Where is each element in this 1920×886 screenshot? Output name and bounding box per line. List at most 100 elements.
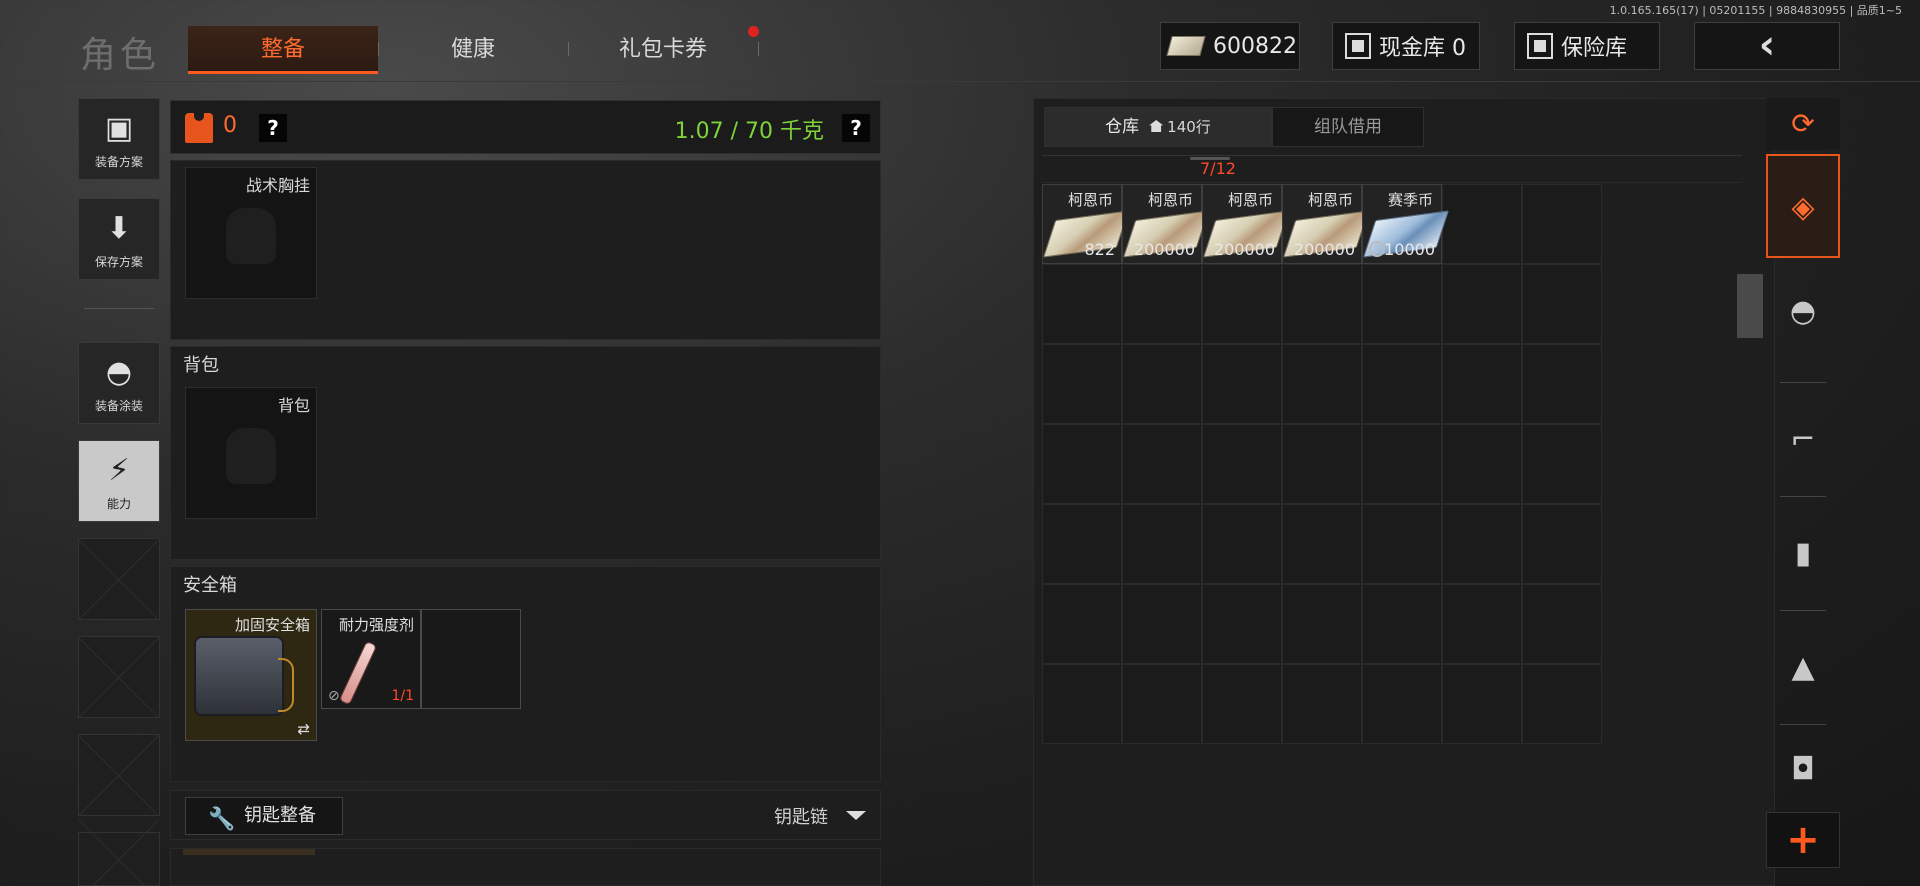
grid-cell[interactable] (1282, 664, 1362, 744)
grid-cell[interactable] (1442, 504, 1522, 584)
grid-cell[interactable] (1122, 584, 1202, 664)
tab-team-borrow[interactable]: 组队借用 (1272, 107, 1424, 147)
grid-cell[interactable] (1522, 584, 1602, 664)
keys-bar: 🔧 钥匙整备 钥匙链 (170, 790, 881, 840)
warehouse-item[interactable]: 柯恩币 200000 (1202, 184, 1290, 264)
category-helmet[interactable]: ◓ (1766, 260, 1840, 364)
scrollbar-thumb[interactable] (1737, 274, 1763, 338)
grid-cell[interactable] (1442, 344, 1522, 424)
category-divider (1780, 496, 1826, 497)
currency-display: 600822 (1160, 22, 1300, 70)
chevron-down-icon[interactable] (846, 811, 866, 820)
sidebar-empty-slot (78, 832, 160, 886)
warehouse-item[interactable]: 柯恩币 200000 (1282, 184, 1370, 264)
grid-cell[interactable] (1122, 664, 1202, 744)
grid-cell[interactable] (1442, 584, 1522, 664)
grid-cell[interactable] (1202, 344, 1282, 424)
safe-icon (1527, 33, 1553, 59)
cash-vault-button[interactable]: 现金库 0 (1332, 22, 1480, 70)
grid-cell[interactable] (1042, 504, 1122, 584)
swap-icon[interactable]: ⇄ (297, 720, 310, 738)
item-name: 柯恩币 (1067, 191, 1113, 209)
top-bar: 角色 整备 健康 礼包卡券 600822 现金库 0 保险库 ‹ (0, 0, 1920, 82)
warehouse-panel: 仓库 140行 组队借用 7/12 柯恩币 822 柯恩币 200000 柯恩币 20000… (1033, 98, 1775, 886)
backpack-slot[interactable]: 背包 (185, 387, 317, 519)
key-loadout-label: 钥匙整备 (244, 805, 316, 826)
grid-cell[interactable] (1522, 504, 1602, 584)
warehouse-item[interactable]: 柯恩币 200000 (1122, 184, 1210, 264)
add-button[interactable]: + (1766, 812, 1840, 868)
sidebar-item-skins[interactable]: ◓ 装备涂装 (78, 342, 160, 424)
cash-vault-label: 现金库 0 (1379, 36, 1466, 61)
grid-cell[interactable] (1202, 504, 1282, 584)
grid-cell[interactable] (1282, 344, 1362, 424)
grid-cell[interactable] (1362, 344, 1442, 424)
grid-cell[interactable] (1442, 664, 1522, 744)
layers-refresh-icon[interactable]: ⟳ (1766, 98, 1840, 150)
grid-cell[interactable] (1442, 424, 1522, 504)
grid-cell[interactable] (1522, 344, 1602, 424)
item-name: 柯恩币 (1307, 191, 1353, 209)
empty-item-slot[interactable] (421, 609, 521, 709)
tab-health[interactable]: 健康 (378, 26, 568, 74)
warehouse-item[interactable]: 柯恩币 822 (1042, 184, 1130, 264)
grid-cell[interactable] (1522, 264, 1602, 344)
grid-cell[interactable] (1282, 264, 1362, 344)
tab-gift-coupons[interactable]: 礼包卡券 (568, 26, 758, 74)
grid-cell[interactable] (1202, 424, 1282, 504)
back-button[interactable]: ‹ (1694, 22, 1840, 70)
grid-cell[interactable] (1442, 184, 1522, 264)
item-name: 赛季币 (1387, 191, 1433, 209)
weight-help-button[interactable]: ? (842, 114, 870, 142)
grid-cell[interactable] (1042, 584, 1122, 664)
grid-cell[interactable] (1042, 344, 1122, 424)
grid-cell[interactable] (1362, 504, 1442, 584)
key-loadout-button[interactable]: 🔧 钥匙整备 (185, 797, 343, 835)
syringe-icon (338, 640, 378, 706)
sidebar-item-save-plan[interactable]: ⬇ 保存方案 (78, 198, 160, 280)
grid-cell[interactable] (1362, 664, 1442, 744)
sidebar-item-loadout-plan[interactable]: ▣ 装备方案 (78, 98, 160, 180)
grid-cell[interactable] (1442, 264, 1522, 344)
category-magazine[interactable]: ▮ (1766, 502, 1840, 606)
grid-cell[interactable] (1522, 184, 1602, 264)
item-quantity: 200000 (1133, 240, 1195, 259)
grid-cell[interactable] (1282, 504, 1362, 584)
chest-rig-slot[interactable]: 战术胸挂 (185, 167, 317, 299)
grid-cell[interactable] (1202, 264, 1282, 344)
safe-vault-button[interactable]: 保险库 (1514, 22, 1660, 70)
sidebar-item-abilities[interactable]: ⚡ 能力 (78, 440, 160, 522)
grid-cell[interactable] (1522, 424, 1602, 504)
grid-cell[interactable] (1042, 264, 1122, 344)
grid-cell[interactable] (1042, 664, 1122, 744)
tab-warehouse[interactable]: 仓库 140行 (1044, 107, 1272, 147)
bullet-icon: ▲ (1791, 650, 1815, 685)
category-rifle[interactable]: ⌐ (1766, 388, 1840, 492)
grid-cell[interactable] (1282, 424, 1362, 504)
section-title: 安全箱 (183, 575, 237, 596)
safe-box-item[interactable]: 加固安全箱 ⇄ (185, 609, 317, 741)
safe-box-section: 安全箱 加固安全箱 ⇄ 耐力强度剂 ⊘ 1/1 (170, 566, 881, 782)
grid-cell[interactable] (1122, 424, 1202, 504)
category-ammo[interactable]: ▲ (1766, 616, 1840, 720)
stamina-booster-item[interactable]: 耐力强度剂 ⊘ 1/1 (321, 609, 421, 709)
category-all[interactable]: ◈ (1766, 154, 1840, 258)
grid-cell[interactable] (1362, 264, 1442, 344)
grid-cell[interactable] (1282, 584, 1362, 664)
grid-cell[interactable] (1122, 504, 1202, 584)
grid-cell[interactable] (1202, 584, 1282, 664)
grid-cell[interactable] (1202, 664, 1282, 744)
warehouse-tabs: 仓库 140行 组队借用 (1044, 107, 1424, 147)
grid-cell[interactable] (1362, 424, 1442, 504)
warehouse-item[interactable]: 赛季币 10000 ▽ (1362, 184, 1450, 264)
grid-cell[interactable] (1522, 664, 1602, 744)
grid-cell[interactable] (1042, 424, 1122, 504)
help-button[interactable]: ? (259, 114, 287, 142)
tab-loadout[interactable]: 整备 (188, 26, 378, 74)
grid-cell[interactable] (1122, 264, 1202, 344)
category-scope[interactable]: ◘ (1766, 730, 1840, 810)
grid-cell[interactable] (1362, 584, 1442, 664)
section-title: 背包 (183, 355, 219, 376)
item-name: 柯恩币 (1227, 191, 1273, 209)
grid-cell[interactable] (1122, 344, 1202, 424)
